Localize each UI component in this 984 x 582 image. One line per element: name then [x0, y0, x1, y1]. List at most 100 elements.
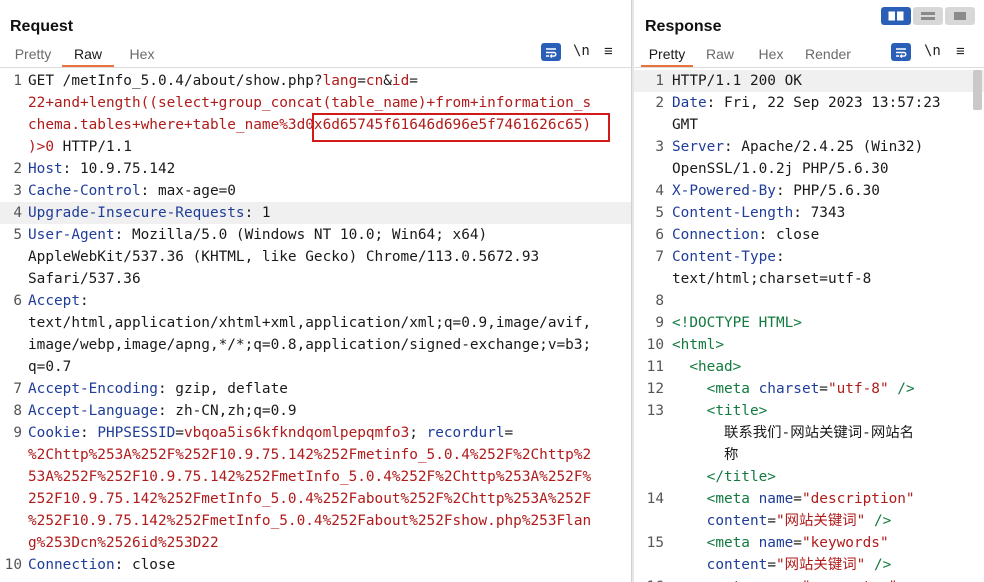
- code-token: Cookie: [28, 425, 80, 441]
- wrap-icon: [896, 47, 907, 58]
- code-token: image/webp,image/apng,*/*;q=0.8,applicat…: [28, 337, 592, 353]
- code-text: Accept-Language: zh-CN,zh;q=0.9: [28, 400, 297, 422]
- scrollbar[interactable]: [973, 70, 982, 110]
- code-token: ;: [409, 425, 427, 441]
- tab-raw[interactable]: Raw: [698, 44, 742, 66]
- line-number: 8: [13, 403, 22, 419]
- split-horizontal-button[interactable]: [881, 7, 911, 25]
- code-token: g%253Dcn%2526id%253D22: [28, 535, 219, 551]
- code-token: : close: [758, 227, 820, 243]
- code-token: />: [865, 513, 892, 529]
- code-row: 16 <meta name="generator": [634, 576, 984, 582]
- code-row: %252F10.9.75.142%252FmetInfo_5.0.4%252Fa…: [0, 510, 631, 532]
- code-text: 252F10.9.75.142%252FmetInfo_5.0.4%252Fab…: [28, 488, 591, 510]
- line-number: 4: [655, 183, 664, 199]
- code-text: Accept-Encoding: gzip, deflate: [28, 378, 288, 400]
- code-text: 联系我们-网站关键词-网站名: [672, 422, 914, 444]
- menu-icon[interactable]: ≡: [956, 43, 965, 60]
- code-token: =: [819, 381, 828, 397]
- code-row: text/html;charset=utf-8: [634, 268, 984, 290]
- code-row: 3 Cache-Control: max-age=0: [0, 180, 631, 202]
- request-editor[interactable]: 1 GET /metInfo_5.0.4/about/show.php?lang=…: [0, 68, 631, 582]
- code-token: name: [758, 535, 794, 551]
- code-token: "keywords": [801, 535, 889, 551]
- line-number: 11: [646, 359, 664, 375]
- line-number: 15: [646, 535, 664, 551]
- single-pane-button[interactable]: [945, 7, 975, 25]
- request-title: Request: [10, 18, 74, 35]
- code-token: "网站关键词": [775, 557, 866, 573]
- code-text: <meta name="keywords": [672, 532, 889, 554]
- code-text: <meta name="description": [672, 488, 915, 510]
- tab-hex[interactable]: Hex: [120, 44, 164, 66]
- code-token: : 7343: [793, 205, 846, 221]
- code-token: Accept-Encoding: [28, 381, 158, 397]
- code-token: )>0: [28, 139, 54, 155]
- menu-icon[interactable]: ≡: [604, 43, 613, 60]
- tab-raw[interactable]: Raw: [62, 44, 114, 67]
- code-token: GET /metInfo_5.0.4/about/show.php?: [28, 73, 323, 89]
- code-text: HTTP/1.1 200 OK: [672, 70, 802, 92]
- tab-hex[interactable]: Hex: [750, 44, 792, 66]
- code-text: <!DOCTYPE HTML>: [672, 312, 802, 334]
- code-text: text/html,application/xhtml+xml,applicat…: [28, 312, 591, 334]
- code-token: Date: [672, 95, 707, 111]
- tab-pretty[interactable]: Pretty: [641, 44, 693, 67]
- response-editor[interactable]: 1 HTTP/1.1 200 OK 2 Date: Fri, 22 Sep 2023 …: [634, 68, 984, 582]
- code-row: 6 Connection: close: [634, 224, 984, 246]
- code-row: content="网站关键词" />: [634, 510, 984, 532]
- code-token: />: [888, 381, 915, 397]
- response-title: Response: [645, 18, 722, 35]
- code-token: cn: [365, 73, 384, 89]
- code-token: <meta: [672, 535, 759, 551]
- line-number: 14: [646, 491, 664, 507]
- code-text: Safari/537.36: [28, 268, 141, 290]
- code-token: Connection: [672, 227, 759, 243]
- line-number: 5: [13, 227, 22, 243]
- code-text: image/webp,image/apng,*/*;q=0.8,applicat…: [28, 334, 591, 356]
- code-row: 11 <head>: [634, 356, 984, 378]
- show-newlines-button[interactable]: \n: [573, 43, 590, 59]
- word-wrap-button[interactable]: [891, 43, 911, 61]
- code-token: name: [758, 491, 794, 507]
- code-text: Cookie: PHPSESSID=vbqoa5is6kfkndqomlpepq…: [28, 422, 513, 444]
- code-token: : 10.9.75.142: [62, 161, 176, 177]
- code-row: 4 X-Powered-By: PHP/5.6.30: [634, 180, 984, 202]
- code-text: Content-Type:: [672, 246, 785, 268]
- code-text: GMT: [672, 114, 698, 136]
- code-token: HTTP/1.1: [54, 139, 132, 155]
- show-newlines-button[interactable]: \n: [924, 43, 941, 59]
- code-row: GMT: [634, 114, 984, 136]
- code-token: charset: [758, 381, 820, 397]
- code-text: <html>: [672, 334, 724, 356]
- single-icon: [954, 12, 966, 20]
- code-token: text/html,application/xhtml+xml,applicat…: [28, 315, 592, 331]
- code-text: 53A%252F%252F10.9.75.142%252FmetInfo_5.0…: [28, 466, 591, 488]
- code-token: text/html;charset=utf-8: [672, 271, 872, 287]
- line-number: 7: [13, 381, 22, 397]
- code-token: :: [79, 425, 98, 441]
- line-number: 5: [655, 205, 664, 221]
- code-row: 2 Host: 10.9.75.142: [0, 158, 631, 180]
- line-number: 6: [13, 293, 22, 309]
- tab-render[interactable]: Render: [800, 44, 856, 66]
- code-token: <meta: [672, 491, 759, 507]
- code-text: X-Powered-By: PHP/5.6.30: [672, 180, 880, 202]
- code-row: 5 Content-Length: 7343: [634, 202, 984, 224]
- response-tabs: Pretty Raw Hex Render: [634, 44, 856, 67]
- code-token: :: [79, 293, 89, 309]
- code-row: 12 <meta charset="utf-8" />: [634, 378, 984, 400]
- code-text: g%253Dcn%2526id%253D22: [28, 532, 219, 554]
- tab-pretty[interactable]: Pretty: [8, 44, 58, 66]
- code-row: 7 Content-Type:: [634, 246, 984, 268]
- code-token: : PHP/5.6.30: [775, 183, 880, 199]
- code-text: <title>: [672, 400, 768, 422]
- code-token: "description": [801, 491, 915, 507]
- code-token: Content-Type: [672, 249, 776, 265]
- code-row: 8: [634, 290, 984, 312]
- word-wrap-button[interactable]: [541, 43, 561, 61]
- code-text: Content-Length: 7343: [672, 202, 845, 224]
- split-vertical-button[interactable]: [913, 7, 943, 25]
- request-pane: Request Pretty Raw Hex \n ≡ 1 GET /metInf…: [0, 0, 631, 582]
